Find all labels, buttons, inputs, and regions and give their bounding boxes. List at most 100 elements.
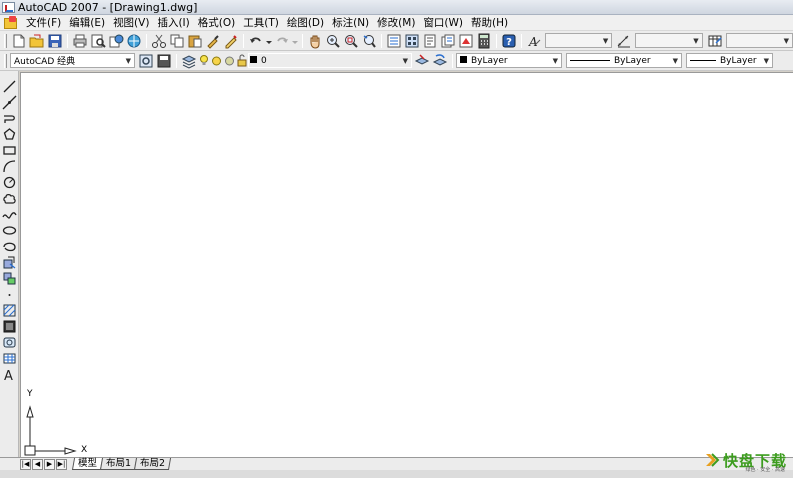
ellipse-icon[interactable] [2,223,17,238]
tab-layout1[interactable]: 布局1 [99,458,138,470]
polygon-icon[interactable] [2,127,17,142]
menu-tools[interactable]: 工具(T) [239,15,283,31]
last-tab-icon[interactable]: ▶| [56,458,67,470]
menu-format[interactable]: 格式(O) [194,15,239,31]
redo-dropdown-icon[interactable] [291,33,298,49]
plot-preview-icon[interactable] [90,33,106,49]
region-icon[interactable] [2,335,17,350]
layer-value: 0 [261,55,267,66]
text-style-icon[interactable]: A [526,33,542,49]
tab-model-label: 模型 [78,458,98,469]
line-icon[interactable] [2,79,17,94]
layer-unlock-icon[interactable] [237,53,247,69]
open-icon[interactable] [29,33,45,49]
construction-line-icon[interactable] [2,95,17,110]
save-icon[interactable] [47,33,63,49]
previous-tab-icon[interactable]: ◀ [32,458,43,470]
lineweight-value: ByLayer [720,55,757,66]
menu-bar: 文件(F) 编辑(E) 视图(V) 插入(I) 格式(O) 工具(T) 绘图(D… [0,15,793,31]
zoom-window-icon[interactable] [343,33,359,49]
revision-cloud-icon[interactable] [2,191,17,206]
insert-block-icon[interactable] [2,255,17,270]
properties-icon[interactable] [386,33,402,49]
zoom-previous-icon[interactable] [361,33,377,49]
table-style-icon[interactable] [707,33,723,49]
table-style-combo[interactable]: ▼ [725,33,793,48]
color-swatch [460,55,467,63]
pan-icon[interactable] [307,33,323,49]
rectangle-icon[interactable] [2,143,17,158]
undo-icon[interactable] [248,33,264,49]
menu-file[interactable]: 文件(F) [22,15,65,31]
autocad-app-icon[interactable] [2,1,15,13]
menu-edit[interactable]: 编辑(E) [65,15,109,31]
multiline-text-icon[interactable]: A [2,367,17,384]
menu-draw[interactable]: 绘图(D) [283,15,328,31]
circle-icon[interactable] [2,175,17,190]
zoom-realtime-icon[interactable] [325,33,341,49]
workspace-combo[interactable]: AutoCAD 经典 ▼ [10,53,135,68]
table-icon[interactable] [2,351,17,366]
sheet-set-manager-icon[interactable] [440,33,456,49]
dimension-style-icon[interactable] [616,33,632,49]
next-tab-icon[interactable]: ▶ [44,458,55,470]
title-bar: AutoCAD 2007 - [Drawing1.dwg] [0,0,793,15]
workspace-settings-icon[interactable] [138,53,154,69]
tab-layout2[interactable]: 布局2 [134,458,172,470]
spline-icon[interactable] [2,207,17,222]
make-object-layer-current-icon[interactable] [414,53,430,69]
paste-icon[interactable] [187,33,203,49]
undo-dropdown-icon[interactable] [265,33,272,49]
color-control-combo[interactable]: ByLayer ▼ [456,53,562,68]
toolbar-separator [242,33,244,48]
cut-icon[interactable] [151,33,167,49]
menu-view[interactable]: 视图(V) [109,15,153,31]
ellipse-arc-icon[interactable] [2,239,17,254]
lineweight-sample-line [690,59,716,61]
layer-thaw-sun-icon[interactable] [211,53,222,69]
first-tab-icon[interactable]: |◀ [20,458,31,470]
toolbar-grip[interactable] [4,33,7,48]
point-icon[interactable] [2,287,17,302]
publish-icon[interactable] [108,33,124,49]
copy-icon[interactable] [169,33,185,49]
plot-icon[interactable] [72,33,88,49]
hatch-icon[interactable] [2,303,17,318]
tab-layout2-label: 布局2 [140,458,166,469]
menu-window[interactable]: 窗口(W) [419,15,467,31]
lineweight-control-combo[interactable]: ByLayer ▼ [686,53,773,68]
make-block-icon[interactable] [2,271,17,286]
layer-properties-manager-icon[interactable] [181,53,197,69]
arc-icon[interactable] [2,159,17,174]
match-properties-icon[interactable] [205,33,221,49]
gradient-icon[interactable] [2,319,17,334]
toolbar-grip[interactable] [4,53,7,68]
block-editor-icon[interactable] [223,33,239,49]
menu-dimension[interactable]: 标注(N) [328,15,373,31]
polyline-icon[interactable] [2,111,17,126]
text-style-combo[interactable]: ▼ [544,33,613,48]
tab-model[interactable]: 模型 [71,458,104,470]
layer-previous-icon[interactable] [432,53,448,69]
linetype-control-combo[interactable]: ByLayer ▼ [566,53,682,68]
layer-viewport-thaw-icon[interactable] [224,53,235,69]
menu-modify[interactable]: 修改(M) [373,15,419,31]
markup-set-manager-icon[interactable] [458,33,474,49]
layer-combo[interactable]: 0 ▼ [248,53,412,68]
quickcalc-icon[interactable] [476,33,492,49]
ucs-y-label: Y [27,389,33,399]
tool-palettes-icon[interactable] [422,33,438,49]
dimension-style-combo[interactable]: ▼ [635,33,703,48]
drawing-canvas[interactable]: Y X [20,72,793,458]
menu-help[interactable]: 帮助(H) [467,15,512,31]
new-icon[interactable] [11,33,27,49]
document-menu-icon[interactable] [3,16,17,29]
redo-icon[interactable] [274,33,290,49]
designcenter-icon[interactable] [404,33,420,49]
menu-insert[interactable]: 插入(I) [153,15,193,31]
toolbar-separator [145,33,147,48]
layer-on-bulb-icon[interactable] [199,53,209,69]
help-icon[interactable]: ? [501,33,517,49]
save-workspace-icon[interactable] [156,53,172,69]
3d-dwf-icon[interactable] [126,33,142,49]
